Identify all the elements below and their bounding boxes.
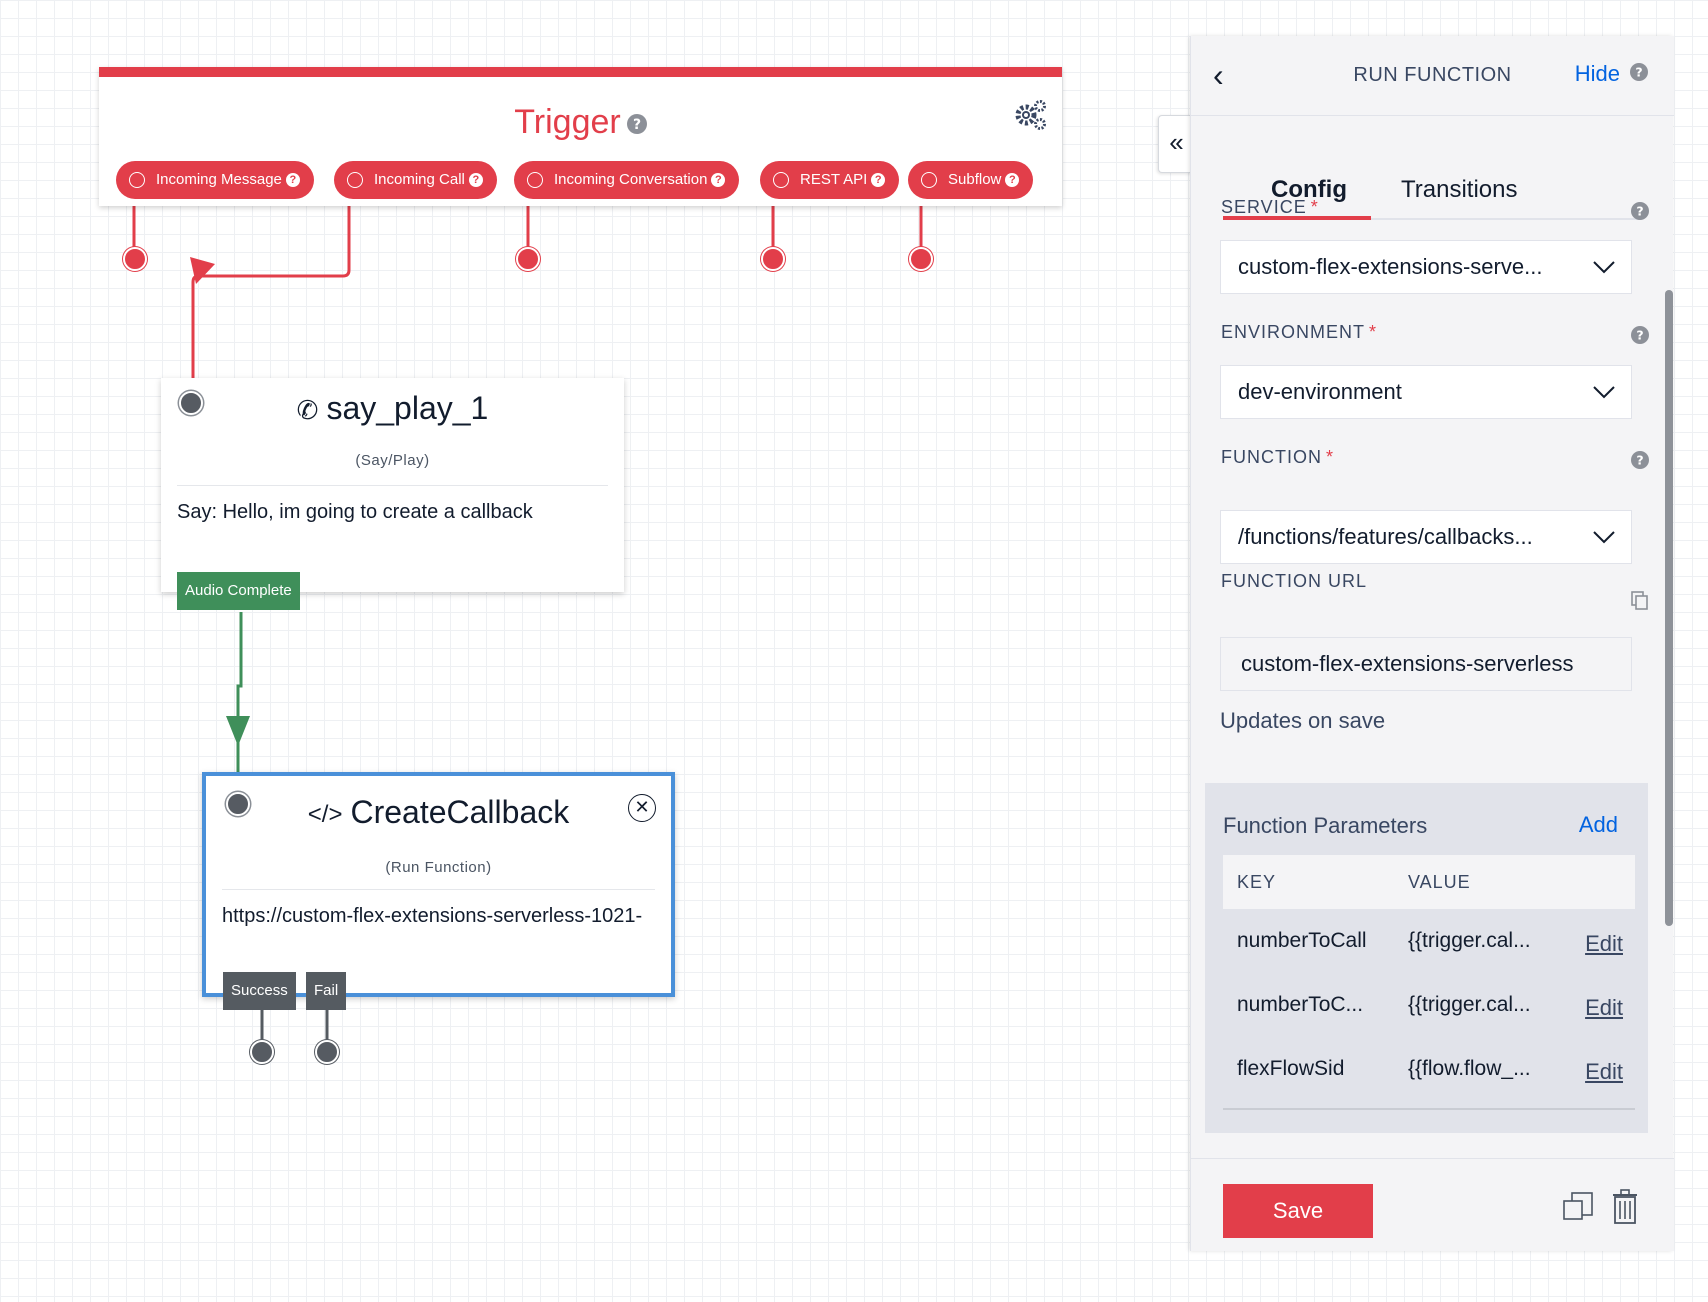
- help-icon[interactable]: ?: [468, 173, 483, 187]
- transition-audio-complete[interactable]: Audio Complete: [177, 572, 300, 610]
- parameters-header: KEY VALUE: [1223, 855, 1635, 909]
- trigger-incoming-conversation[interactable]: Incoming Conversation?: [514, 161, 740, 199]
- phone-icon: ✆: [296, 395, 319, 426]
- port-ring-icon: [347, 172, 363, 188]
- parameter-row: flexFlowSid {{flow.flow_... Edit: [1237, 1057, 1623, 1085]
- copy-icon[interactable]: [1631, 591, 1649, 611]
- help-icon[interactable]: ?: [1631, 202, 1649, 220]
- trigger-widget[interactable]: Trigger? Incoming Message? Incoming Call…: [99, 67, 1062, 206]
- hide-link[interactable]: Hide: [1575, 61, 1620, 87]
- settings-gear-icon[interactable]: [1012, 97, 1048, 133]
- updates-note: Updates on save: [1220, 708, 1386, 733]
- function-select[interactable]: /functions/features/callbacks...: [1220, 510, 1632, 564]
- double-chevron-left-icon: «: [1169, 127, 1184, 157]
- save-button[interactable]: Save: [1223, 1184, 1373, 1238]
- service-label: SERVICE *: [1221, 197, 1319, 217]
- help-icon[interactable]: ?: [711, 173, 726, 187]
- widget-type: (Say/Play): [355, 452, 430, 469]
- service-select[interactable]: custom-flex-extensions-serve...: [1220, 240, 1632, 294]
- duplicate-icon[interactable]: [1561, 1191, 1595, 1223]
- parameter-row: numberToCall {{trigger.cal... Edit: [1237, 929, 1623, 957]
- function-url-field[interactable]: custom-flex-extensions-serverless: [1220, 637, 1632, 691]
- widget-say-play[interactable]: ✆ say_play_1 (Say/Play) Say: Hello, im go…: [161, 378, 624, 592]
- widget-body: https://custom-flex-extensions-serverles…: [222, 905, 643, 927]
- port-ring-icon: [921, 172, 937, 188]
- transition-fail[interactable]: Fail: [306, 972, 347, 1010]
- chevron-down-icon: [1593, 386, 1615, 399]
- svg-text:?: ?: [633, 117, 641, 133]
- help-icon[interactable]: ?: [626, 114, 647, 135]
- port-ring-icon: [773, 172, 789, 188]
- help-icon[interactable]: ?: [1631, 326, 1649, 344]
- edit-link[interactable]: Edit: [1585, 931, 1623, 957]
- help-icon[interactable]: ?: [1630, 63, 1648, 81]
- help-icon[interactable]: ?: [1631, 451, 1649, 469]
- parameters-title: Function Parameters: [1223, 813, 1428, 838]
- add-parameter-link[interactable]: Add: [1579, 812, 1618, 838]
- edit-link[interactable]: Edit: [1585, 1059, 1623, 1085]
- function-url-label: FUNCTION URL: [1221, 571, 1367, 591]
- widget-title: ✆ say_play_1: [296, 390, 489, 426]
- svg-text:?: ?: [1635, 65, 1642, 80]
- svg-text:?: ?: [1636, 204, 1643, 219]
- config-panel: ‹ RUN FUNCTION Hide ? Config Transitions…: [1190, 36, 1674, 1251]
- function-label: FUNCTION *: [1221, 447, 1335, 467]
- trash-icon[interactable]: [1611, 1189, 1639, 1225]
- code-icon: </>: [307, 800, 343, 828]
- fail-port[interactable]: [315, 1040, 339, 1064]
- environment-select[interactable]: dev-environment: [1220, 365, 1632, 419]
- panel-header: ‹ RUN FUNCTION Hide ?: [1191, 36, 1674, 116]
- widget-title: </> CreateCallback: [307, 794, 570, 830]
- rest-api-port[interactable]: [761, 247, 785, 271]
- panel-footer: Save: [1191, 1158, 1674, 1251]
- svg-text:?: ?: [1636, 453, 1643, 468]
- subflow-port[interactable]: [909, 247, 933, 271]
- function-parameters-section: Function Parameters Add KEY VALUE number…: [1205, 783, 1648, 1133]
- widget-create-callback[interactable]: </> CreateCallback ✕ (Run Function) https…: [202, 772, 675, 997]
- success-port[interactable]: [250, 1040, 274, 1064]
- chevron-down-icon: [1593, 261, 1615, 274]
- parameter-row: numberToC... {{trigger.cal... Edit: [1237, 993, 1623, 1021]
- incoming-message-port[interactable]: [123, 247, 147, 271]
- help-icon[interactable]: ?: [1005, 173, 1020, 187]
- trigger-rest-api[interactable]: REST API?: [760, 161, 900, 199]
- transition-success[interactable]: Success: [223, 972, 296, 1010]
- trigger-title: Trigger?: [99, 103, 1062, 142]
- port-ring-icon: [129, 172, 145, 188]
- edit-link[interactable]: Edit: [1585, 995, 1623, 1021]
- collapse-panel-button[interactable]: «: [1158, 115, 1194, 173]
- divider: [177, 485, 608, 486]
- trigger-incoming-call[interactable]: Incoming Call?: [334, 161, 497, 199]
- chevron-down-icon: [1593, 531, 1615, 544]
- help-icon[interactable]: ?: [285, 173, 300, 187]
- tab-transitions[interactable]: Transitions: [1401, 176, 1517, 204]
- svg-text:?: ?: [1636, 328, 1643, 343]
- port-ring-icon: [527, 172, 543, 188]
- divider: [1223, 1108, 1635, 1110]
- trigger-subflow[interactable]: Subflow?: [908, 161, 1034, 199]
- widget-body: Say: Hello, im going to create a callbac…: [177, 501, 533, 523]
- close-icon[interactable]: ✕: [628, 794, 656, 822]
- help-icon[interactable]: ?: [871, 173, 886, 187]
- environment-label: ENVIRONMENT *: [1221, 322, 1378, 342]
- widget-type: (Run Function): [385, 859, 492, 876]
- divider: [222, 889, 655, 890]
- trigger-incoming-message[interactable]: Incoming Message?: [116, 161, 314, 199]
- panel-scrollbar[interactable]: [1665, 290, 1673, 926]
- incoming-conversation-port[interactable]: [516, 247, 540, 271]
